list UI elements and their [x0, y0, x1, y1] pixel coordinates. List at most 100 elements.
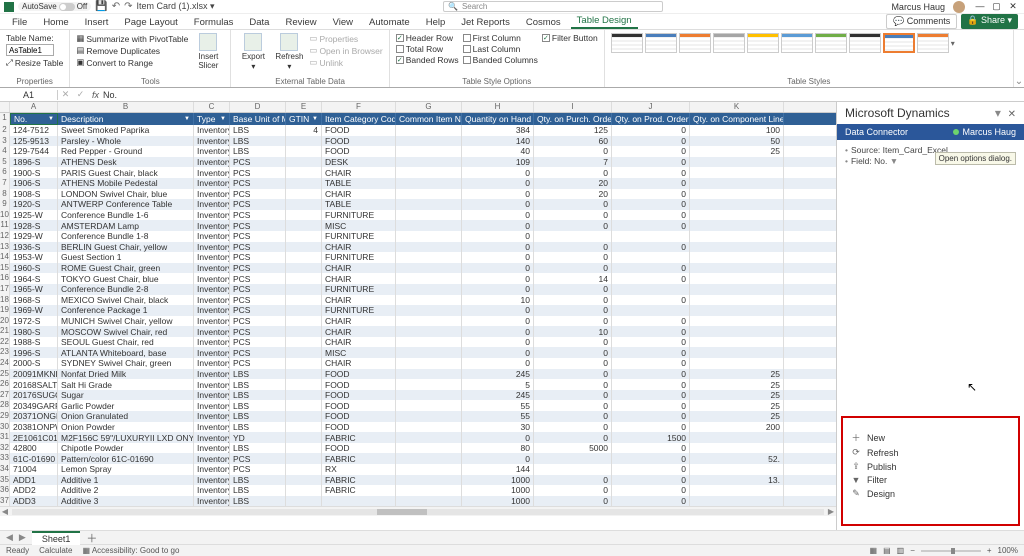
user-name[interactable]: Marcus Haug — [891, 2, 945, 12]
menu-formulas[interactable]: Formulas — [188, 15, 240, 29]
scroll-right-icon[interactable]: ▶ — [826, 507, 836, 516]
table-row[interactable]: 81908-SLONDON Swivel Chair, blueInventor… — [0, 189, 836, 200]
banded-cols-check[interactable]: Banded Columns — [463, 55, 538, 65]
th-common-item[interactable]: Common Item No.▼ — [396, 113, 462, 125]
table-row[interactable]: 131936-SBERLIN Guest Chair, yellowInvent… — [0, 242, 836, 253]
style-gallery-more[interactable]: ▾ — [951, 39, 955, 48]
formula-input[interactable]: No. — [103, 90, 117, 100]
name-box[interactable]: A1 — [0, 90, 58, 100]
table-row[interactable]: 312E1061C01690M2F156C 59"/LUXURYII LXD O… — [0, 432, 836, 443]
resize-table-button[interactable]: ⤢ Resize Table — [6, 57, 63, 68]
th-type[interactable]: Type▼ — [194, 113, 230, 125]
export-button[interactable]: Export▾ — [237, 33, 269, 71]
zoom-in-button[interactable]: + — [987, 546, 992, 555]
table-row[interactable]: 35ADD1Additive 1InventoryLBSFABRIC100000… — [0, 475, 836, 486]
menu-insert[interactable]: Insert — [79, 15, 115, 29]
action-filter[interactable]: ▼Filter — [851, 475, 1010, 485]
menu-home[interactable]: Home — [37, 15, 74, 29]
close-button[interactable]: ✕ — [1006, 1, 1020, 12]
view-page-icon[interactable]: ▤ — [883, 546, 891, 555]
table-row[interactable]: 3471004Lemon SprayInventoryPCSRX1440 — [0, 464, 836, 475]
table-row[interactable]: 191969-WConference Package 1InventoryPCS… — [0, 305, 836, 316]
search-input[interactable]: 🔍 Search — [443, 1, 663, 12]
pivot-button[interactable]: ▦ Summarize with PivotTable — [76, 33, 188, 44]
action-design[interactable]: ✎Design — [851, 488, 1010, 499]
data-connector-user[interactable]: Marcus Haug — [953, 127, 1016, 137]
sheet-nav-next[interactable]: ▶ — [19, 532, 26, 543]
refresh-button[interactable]: Refresh▾ — [273, 33, 305, 71]
table-row[interactable]: 36ADD2Additive 2InventoryLBSFABRIC100000 — [0, 485, 836, 496]
zoom-level[interactable]: 100% — [998, 546, 1018, 555]
menu-help[interactable]: Help — [420, 15, 452, 29]
zoom-slider[interactable] — [921, 550, 981, 552]
insert-slicer-button[interactable]: Insert Slicer — [192, 33, 224, 70]
dynamics-close-button[interactable]: ✕ — [1008, 109, 1016, 120]
th-qpo[interactable]: Qty. on Purch. Order▼ — [534, 113, 612, 125]
header-row-check[interactable]: Header Row — [396, 33, 459, 43]
comments-button[interactable]: 💬 Comments — [886, 14, 957, 29]
table-row[interactable]: 61900-SPARIS Guest Chair, blackInventory… — [0, 167, 836, 178]
menu-file[interactable]: File — [6, 15, 33, 29]
autosave-toggle[interactable]: AutoSave Off — [18, 2, 91, 11]
menu-table-design[interactable]: Table Design — [571, 13, 638, 29]
table-row[interactable]: 221988-SSEOUL Guest Chair, redInventoryP… — [0, 337, 836, 348]
save-icon[interactable]: 💾 — [95, 1, 107, 12]
th-category[interactable]: Item Category Code▼ — [322, 113, 396, 125]
zoom-out-button[interactable]: − — [910, 546, 915, 555]
th-gtin[interactable]: GTIN▼ — [286, 113, 322, 125]
table-row[interactable]: 171965-WConference Bundle 2-8InventoryPC… — [0, 284, 836, 295]
table-row[interactable]: 3242800Chipotle PowderInventoryLBSFOOD80… — [0, 443, 836, 454]
sheet-tab-sheet1[interactable]: Sheet1 — [32, 531, 81, 545]
view-break-icon[interactable]: ▥ — [897, 546, 905, 555]
total-row-check[interactable]: Total Row — [396, 44, 459, 54]
first-col-check[interactable]: First Column — [463, 33, 538, 43]
share-button[interactable]: 🔒 Share ▾ — [961, 14, 1018, 29]
action-new[interactable]: ＋New — [851, 431, 1010, 444]
table-row[interactable]: 101925-WConference Bundle 1-6InventoryPC… — [0, 210, 836, 221]
maximize-button[interactable]: ▢ — [989, 1, 1003, 12]
fx-label[interactable]: fx — [88, 90, 103, 100]
table-row[interactable]: 161964-STOKYO Guest Chair, blueInventory… — [0, 273, 836, 284]
menu-review[interactable]: Review — [279, 15, 322, 29]
menu-automate[interactable]: Automate — [363, 15, 416, 29]
status-accessibility[interactable]: ▦ Accessibility: Good to go — [82, 546, 179, 555]
menu-view[interactable]: View — [327, 15, 359, 29]
banded-rows-check[interactable]: Banded Rows — [396, 55, 459, 65]
sheet-nav-prev[interactable]: ◀ — [6, 532, 13, 543]
table-row[interactable]: 3125-9513Parsley - WholeInventoryLBSFOOD… — [0, 136, 836, 147]
table-row[interactable]: 231996-SATLANTA Whiteboard, baseInventor… — [0, 347, 836, 358]
table-row[interactable]: 2620168SALTSalt Hi GradeInventoryLBSFOOD… — [0, 379, 836, 390]
worksheet[interactable]: A B C D E F G H I J K 1 No.▼ Description… — [0, 102, 836, 530]
horizontal-scrollbar[interactable]: ◀ ▶ — [0, 506, 836, 516]
view-normal-icon[interactable]: ▦ — [870, 546, 878, 555]
ribbon-collapse-button[interactable]: ⌄ — [1014, 30, 1024, 87]
document-title[interactable]: Item Card (1).xlsx ▾ — [136, 1, 214, 12]
th-qcomp[interactable]: Qty. on Component Lines▼ — [690, 113, 784, 125]
menu-page-layout[interactable]: Page Layout — [118, 15, 183, 29]
table-row[interactable]: 201972-SMUNICH Swivel Chair, yellowInven… — [0, 316, 836, 327]
table-row[interactable]: 242000-SSYDNEY Swivel Chair, greenInvent… — [0, 358, 836, 369]
last-col-check[interactable]: Last Column — [463, 44, 538, 54]
table-row[interactable]: 3020381ONPWOnion PowderInventoryLBSFOOD3… — [0, 422, 836, 433]
table-row[interactable]: 141953-WGuest Section 1InventoryPCSFURNI… — [0, 252, 836, 263]
table-row[interactable]: 181968-SMEXICO Swivel Chair, blackInvent… — [0, 295, 836, 306]
table-row[interactable]: 2520091MKNDNonfat Dried MilkInventoryLBS… — [0, 369, 836, 380]
menu-data[interactable]: Data — [243, 15, 275, 29]
add-sheet-button[interactable]: ＋ — [86, 530, 97, 546]
undo-icon[interactable]: ↶ — [112, 1, 120, 12]
table-row[interactable]: 71906-SATHENS Mobile PedestalInventoryPC… — [0, 178, 836, 189]
table-row[interactable]: 2920371ONGROnion GranulatedInventoryLBSF… — [0, 411, 836, 422]
table-row[interactable]: 51896-SATHENS DeskInventoryPCSDESK10970 — [0, 157, 836, 168]
table-style-gallery[interactable]: ▾ — [611, 33, 1007, 53]
scroll-left-icon[interactable]: ◀ — [0, 507, 10, 516]
remove-duplicates-button[interactable]: ▤ Remove Duplicates — [76, 45, 188, 56]
filter-button-check[interactable]: Filter Button — [542, 33, 598, 43]
th-description[interactable]: Description▼ — [58, 113, 194, 125]
redo-icon[interactable]: ↷ — [124, 1, 132, 12]
th-no[interactable]: No.▼ — [10, 113, 58, 125]
th-uom[interactable]: Base Unit of Measure▼ — [230, 113, 286, 125]
table-row[interactable]: 2820349GARPGarlic PowderInventoryLBSFOOD… — [0, 400, 836, 411]
filter-icon[interactable]: ▼ — [890, 156, 898, 166]
th-qoh[interactable]: Quantity on Hand▼ — [462, 113, 534, 125]
th-qprod[interactable]: Qty. on Prod. Order▼ — [612, 113, 690, 125]
